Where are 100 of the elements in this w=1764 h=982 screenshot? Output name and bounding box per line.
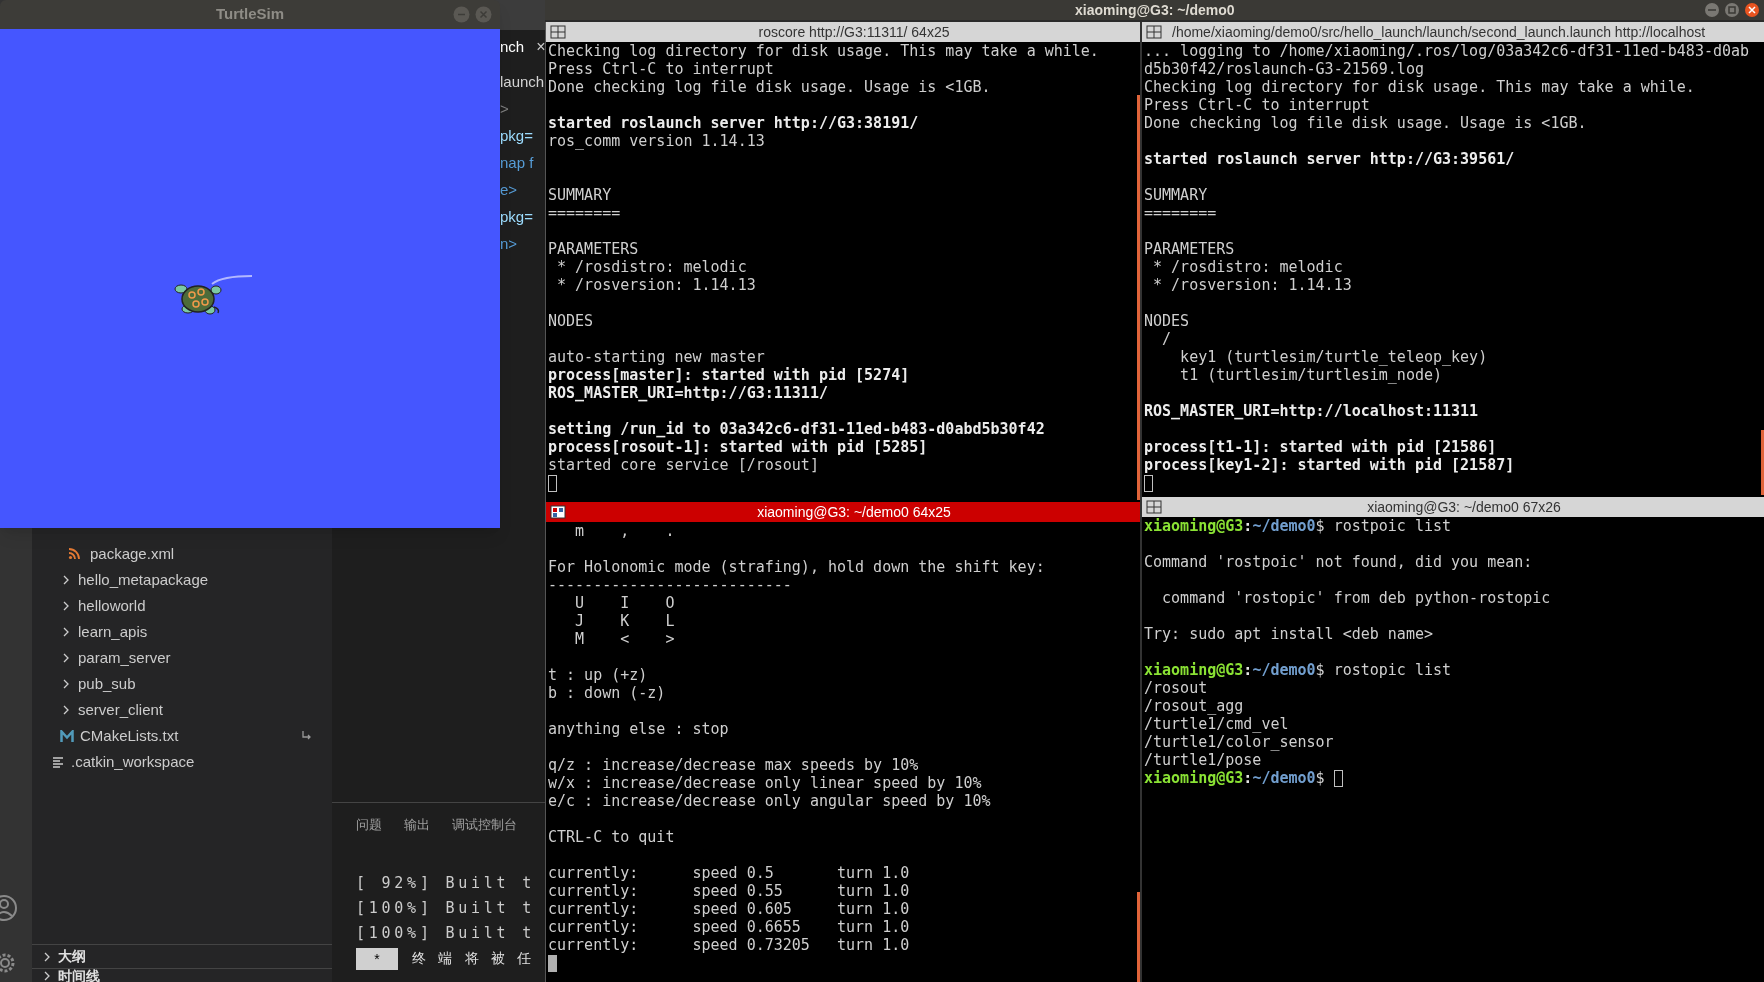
grid-icon	[550, 505, 566, 519]
code-line: >	[500, 99, 509, 119]
code-line: n>	[500, 234, 518, 254]
terminal-line: w/x : increase/decrease only linear speed by 10%	[548, 774, 982, 792]
terminal-line: For Holonomic mode (strafing), hold down the shift key:	[548, 558, 1045, 576]
terminal-line: J K L	[574, 612, 675, 630]
terminal-line: command 'rostopic' from deb python-rostopic	[1161, 589, 1551, 607]
terminal-line: Press Ctrl-C to interrupt	[548, 60, 774, 78]
tree-item[interactable]: param_server	[32, 645, 332, 671]
chevron-right-icon	[42, 970, 52, 981]
terminal-line: U I O	[574, 594, 675, 612]
terminal-line: * /rosdistro: melodic	[1152, 258, 1343, 276]
panel-tab[interactable]: 输出	[404, 813, 430, 839]
terminal-line: ROS_MASTER_URI=http://G3:11311/	[548, 384, 828, 402]
terminal-line: ========	[1144, 204, 1217, 222]
terminal-line: NODES	[1144, 312, 1190, 330]
tree-item[interactable]: package.xml	[32, 541, 332, 567]
tree-item[interactable]: pub_sub	[32, 671, 332, 697]
terminal-line: d5b30f42/roslaunch-G3-21569.log	[1144, 60, 1424, 78]
pane-title: roscore http://G3:11311/ 64x25	[757, 22, 951, 42]
pane-title: /home/xiaoming/demo0/src/hello_launch/launch/second_launch.launch http://localhost	[1172, 22, 1706, 42]
section-header[interactable]: 时间线	[32, 968, 332, 982]
code-line: e>	[500, 180, 518, 200]
terminal-line: Checking log directory for disk usage. This may take a while.	[1144, 78, 1695, 96]
terminal-line: e/c : increase/decrease only angular speed by 10%	[548, 792, 991, 810]
terminal-line: /turtle1/cmd_vel	[1144, 715, 1289, 733]
scrollbar-thumb[interactable]	[1761, 430, 1764, 495]
terminal-line: process[master]: started with pid [5274]	[548, 366, 910, 384]
terminal-line: q/z : increase/decrease max speeds by 10%	[548, 756, 919, 774]
pane-title: xiaoming@G3: ~/demo0 67x26	[1366, 497, 1562, 517]
close-icon[interactable]	[1744, 2, 1760, 18]
minimize-icon[interactable]	[1704, 2, 1720, 18]
terminal-line: /	[1161, 330, 1172, 348]
grid-icon	[1146, 500, 1162, 514]
terminal-badge: *	[356, 947, 398, 970]
terminal-line: Done checking log file disk usage. Usage is <1GB.	[1144, 114, 1587, 132]
terminal-line: started roslaunch server http://G3:38191/	[548, 114, 919, 132]
minimize-icon[interactable]	[453, 6, 470, 23]
code-line: pkg=	[500, 207, 533, 227]
chevron-right-icon	[42, 951, 52, 962]
terminal-line: * /rosdistro: melodic	[556, 258, 747, 276]
terminal-line: [ 92%] Built t	[356, 873, 536, 894]
tree-item[interactable]: helloworld	[32, 593, 332, 619]
terminal-line: ========	[548, 204, 621, 222]
terminal-line: process[rosout-1]: started with pid [5285]	[548, 438, 928, 456]
terminal-line: Done checking log file disk usage. Usage is <1GB.	[548, 78, 991, 96]
terminal-line: CTRL-C to quit	[548, 828, 675, 846]
terminal-line: process[key1-2]: started with pid [21587]	[1144, 456, 1515, 474]
terminal-line: /rosout	[1144, 679, 1208, 697]
terminal-line: * /rosversion: 1.14.13	[1152, 276, 1352, 294]
turtle-drawing	[174, 284, 222, 315]
account-icon[interactable]	[0, 894, 18, 922]
pane-title: xiaoming@G3: ~/demo0 64x25	[756, 502, 952, 522]
terminal-line: * /rosversion: 1.14.13	[556, 276, 756, 294]
terminal-line: b : down (-z)	[548, 684, 666, 702]
section-header[interactable]: 大纲	[32, 944, 332, 968]
tree-item[interactable]: server_client	[32, 697, 332, 723]
code-line: nap f	[500, 153, 534, 173]
return-arrow-icon	[300, 730, 312, 742]
tree-item[interactable]: learn_apis	[32, 619, 332, 645]
terminal-line: started core service [/rosout]	[548, 456, 819, 474]
scrollbar-thumb[interactable]	[1137, 95, 1140, 500]
grid-icon	[550, 25, 566, 39]
terminal-line: xiaoming@G3:~/demo0$ rostopic list	[1144, 661, 1452, 679]
terminal-line: [100%] Built t	[356, 923, 536, 944]
terminal-line: auto-starting new master	[548, 348, 765, 366]
tree-item[interactable]: CMakeLists.txt	[32, 723, 332, 749]
terminal-line: anything else : stop	[548, 720, 729, 738]
terminal-line: xiaoming@G3:~/demo0$	[1144, 769, 1325, 787]
terminal-line: ... logging to /home/xiaoming/.ros/log/03a342c6-df31-11ed-b483-d0ab	[1144, 42, 1750, 60]
terminal-line: xiaoming@G3:~/demo0$ rostpoic list	[1144, 517, 1452, 535]
terminal-line: t1 (turtlesim/turtlesim_node)	[1179, 366, 1442, 384]
terminal-line: currently: speed 0.605 turn 1.0	[548, 900, 910, 918]
close-icon[interactable]: ×	[536, 35, 545, 59]
terminal-line: PARAMETERS	[1144, 240, 1235, 258]
terminal-line: t : up (+z)	[548, 666, 648, 684]
m-icon	[60, 729, 74, 743]
terminal-line: currently: speed 0.73205 turn 1.0	[548, 936, 910, 954]
terminal-line: process[t1-1]: started with pid [21586]	[1144, 438, 1497, 456]
tree-item[interactable]: .catkin_workspace	[32, 749, 332, 775]
rss-icon	[68, 548, 80, 560]
terminal-line: /rosout_agg	[1144, 697, 1244, 715]
terminal-line: ---------------------------	[548, 576, 792, 594]
panel-tab[interactable]: 调试控制台	[452, 813, 517, 839]
terminal-line: currently: speed 0.6655 turn 1.0	[548, 918, 910, 936]
terminal-line: currently: speed 0.5 turn 1.0	[548, 864, 910, 882]
terminal-line: Checking log directory for disk usage. This may take a while.	[548, 42, 1099, 60]
trail-line	[211, 275, 253, 285]
code-line: pkg=	[500, 126, 533, 146]
editor-tab[interactable]: nch ×	[500, 30, 545, 64]
terminal-line: M < >	[574, 630, 675, 648]
terminal-line: [100%] Built t	[356, 898, 536, 919]
window-title: xiaoming@G3: ~/demo0	[1075, 0, 1235, 20]
lines-icon	[52, 756, 65, 768]
scrollbar-thumb[interactable]	[1137, 892, 1140, 982]
terminal-message: 终 端 将 被 任	[412, 949, 536, 968]
terminal-line: currently: speed 0.55 turn 1.0	[548, 882, 910, 900]
tree-item[interactable]: hello_metapackage	[32, 567, 332, 593]
terminal-line: /turtle1/pose	[1144, 751, 1262, 769]
panel-tab[interactable]: 问题	[356, 813, 382, 839]
